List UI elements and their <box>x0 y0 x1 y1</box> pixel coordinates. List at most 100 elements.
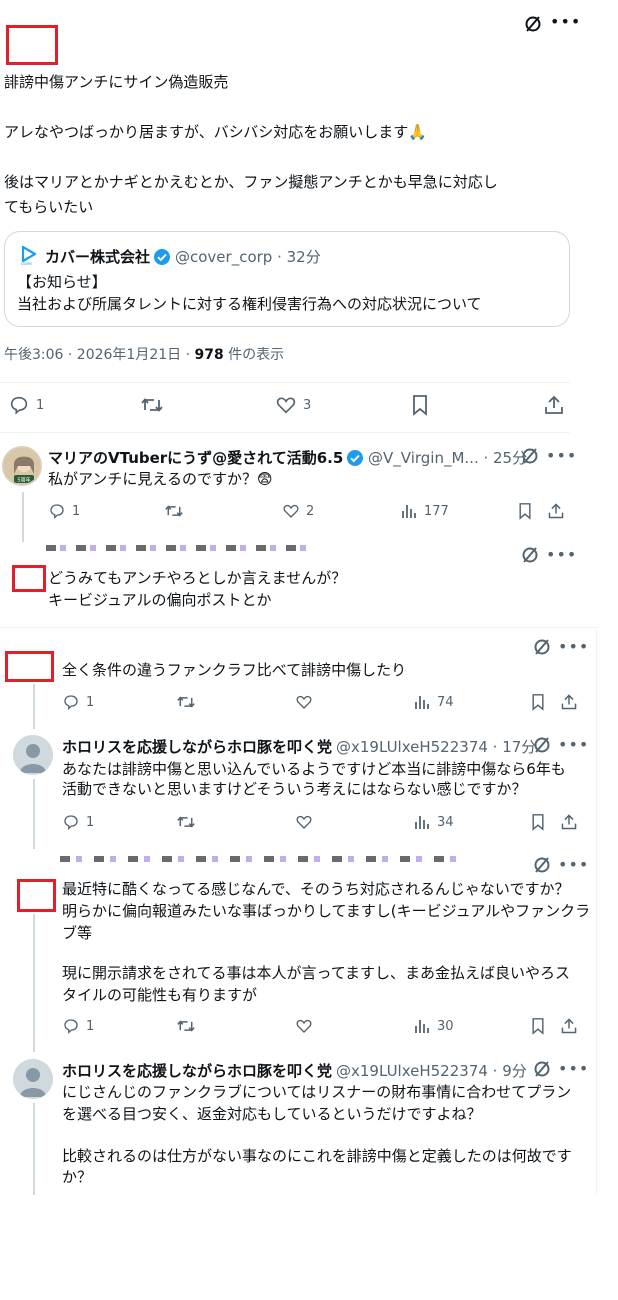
reply-button[interactable]: 1 <box>48 502 80 520</box>
more-options-icon[interactable]: ••• <box>558 1061 588 1082</box>
views-icon <box>402 505 416 518</box>
like-button[interactable] <box>295 693 313 711</box>
repost-icon <box>141 398 163 412</box>
post-text-line4: てもらいたい <box>4 198 94 216</box>
like-count: 3 <box>303 397 312 413</box>
reply4-text-line2: 活動できないと思いますけどそういう考えにはならない感じですか？ <box>62 780 527 798</box>
reply1-handle: @V_Virgin_M... · 25分 <box>368 449 528 467</box>
more-options-icon[interactable]: ••• <box>546 547 576 568</box>
share-button[interactable] <box>543 394 565 416</box>
grok-icon[interactable] <box>532 855 552 879</box>
more-options-icon[interactable]: ••• <box>550 14 580 35</box>
share-button[interactable] <box>560 693 578 711</box>
reply4-avatar[interactable] <box>13 735 53 775</box>
redacted-avatar <box>12 565 46 592</box>
bookmark-button[interactable] <box>530 693 546 711</box>
divider <box>0 382 570 383</box>
thread-line <box>33 914 35 1052</box>
quote-text-line2: 当社および所属タレントに対する権利侵害行為への対応状況について <box>17 295 482 313</box>
timeline-border <box>596 630 597 1195</box>
quote-card[interactable]: cover カバー株式会社 @cover_corp · 32分 【お知らせ】 当… <box>4 231 570 327</box>
cover-logo-icon: cover <box>19 244 39 270</box>
like-button[interactable]: 2 <box>282 502 314 520</box>
post-text-line3: 後はマリアとかナギとかえむとか、ファン擬態アンチとかも早急に対応し <box>4 173 498 191</box>
bookmark-button[interactable] <box>530 1017 546 1035</box>
repost-button[interactable] <box>164 502 184 520</box>
redacted-avatar <box>17 879 56 912</box>
views-button[interactable]: 30 <box>413 1017 454 1035</box>
repost-button[interactable] <box>176 1017 196 1035</box>
share-button[interactable] <box>560 813 578 831</box>
grok-icon[interactable] <box>532 735 552 759</box>
reply-icon <box>10 396 28 415</box>
avatar-badge-label: 5周年 <box>17 477 30 484</box>
reply2-text-line2: キービジュアルの偏向ポストとか <box>48 591 272 609</box>
share-button[interactable] <box>547 502 565 520</box>
repost-button[interactable] <box>176 693 196 711</box>
reply-button[interactable]: 1 <box>62 1017 94 1035</box>
post-timestamp[interactable]: 午後3:06 · 2026年1月21日 · <box>4 347 195 363</box>
like-button[interactable]: 3 <box>275 394 311 416</box>
more-options-icon[interactable]: ••• <box>546 448 576 469</box>
post-text-line1: 誹謗中傷アンチにサイン偽造販売 <box>4 73 229 91</box>
more-options-icon[interactable]: ••• <box>558 639 588 660</box>
reply-button[interactable]: 1 <box>8 394 44 416</box>
redacted-avatar <box>6 25 58 65</box>
post-meta: 午後3:06 · 2026年1月21日 · 978 件の表示 <box>4 344 284 364</box>
reply6-author-name[interactable]: ホロリスを応援しながらホロ豚を叩く党 <box>62 1060 332 1081</box>
reply-count: 1 <box>86 814 95 830</box>
thread-line <box>33 1103 35 1195</box>
grok-icon[interactable] <box>520 446 540 470</box>
reply1-avatar[interactable]: 5周年 <box>2 446 42 486</box>
redacted-avatar <box>5 651 54 682</box>
view-count: 74 <box>437 694 454 710</box>
more-options-icon[interactable]: ••• <box>558 857 588 878</box>
view-count: 177 <box>424 503 449 519</box>
reply1-text: 私がアンチに見えるのですか？😨 <box>48 470 273 488</box>
reply6-text-line1: にじさんじのファンクラブについてはリスナーの財布事情に合わせてプラン <box>62 1083 572 1101</box>
heart-icon <box>276 397 296 414</box>
reply-count: 1 <box>86 1018 95 1034</box>
grok-icon[interactable] <box>523 14 543 38</box>
reply6-text-line3: 比較されるのは仕方がない事なのにこれを誹謗中傷と定義したのは何故です <box>62 1147 572 1165</box>
reply5-text-line1: 最近特に酷くなってる感じなんで、そのうち対応されるんじゃないですか？ <box>62 880 570 898</box>
bookmark-button[interactable] <box>410 394 430 416</box>
reply-count: 1 <box>72 503 81 519</box>
grok-icon[interactable] <box>532 637 552 661</box>
thread-line <box>33 684 35 729</box>
share-button[interactable] <box>560 1017 578 1035</box>
like-button[interactable] <box>295 1017 313 1035</box>
reply-button[interactable]: 1 <box>62 693 94 711</box>
reply6-avatar[interactable] <box>13 1059 53 1099</box>
reply6-text-line2: を選べる目つ安く、返金対応もしているというだけですよね？ <box>62 1105 482 1123</box>
reply6-text-line4: か？ <box>62 1168 93 1186</box>
reply4-text-line1: あなたは誹謗中傷と思い込んでいるようですけど本当に誹謗中傷なら6年も <box>62 760 566 778</box>
bookmark-button[interactable] <box>530 813 546 831</box>
clipped-header-strip <box>60 854 460 862</box>
thread-line <box>22 492 24 542</box>
bookmark-button[interactable] <box>517 502 533 520</box>
grok-icon[interactable] <box>532 1059 552 1083</box>
reply4-handle: @x19LUlxeH522374 · 17分 <box>336 738 537 756</box>
more-options-icon[interactable]: ••• <box>558 737 588 758</box>
divider <box>0 627 598 628</box>
grok-icon[interactable] <box>520 545 540 569</box>
repost-button[interactable] <box>140 394 164 416</box>
views-button[interactable]: 177 <box>400 502 449 520</box>
view-count: 30 <box>437 1018 454 1034</box>
like-button[interactable] <box>295 813 313 831</box>
clipped-header-strip <box>46 543 316 551</box>
repost-button[interactable] <box>176 813 196 831</box>
reply1-author-name[interactable]: マリアのVTuberにうず@愛されて活動6.5... <box>48 447 343 468</box>
post-view-suffix: 件の表示 <box>223 347 285 363</box>
like-count: 2 <box>306 503 315 519</box>
quote-author-name: カバー株式会社 <box>45 248 151 266</box>
reply5-text-line3: ブ等 <box>62 924 93 942</box>
views-button[interactable]: 34 <box>413 813 454 831</box>
reply-button[interactable]: 1 <box>62 813 94 831</box>
verified-badge-icon <box>346 449 364 471</box>
quote-text-line1: 【お知らせ】 <box>17 273 107 291</box>
views-button[interactable]: 74 <box>413 693 454 711</box>
reply5-text-line2: 明らかに偏向報道みたいな事ばっかりしてますし(キービジュアルやファンクラ <box>62 902 591 920</box>
reply4-author-name[interactable]: ホロリスを応援しながらホロ豚を叩く党 <box>62 736 332 757</box>
